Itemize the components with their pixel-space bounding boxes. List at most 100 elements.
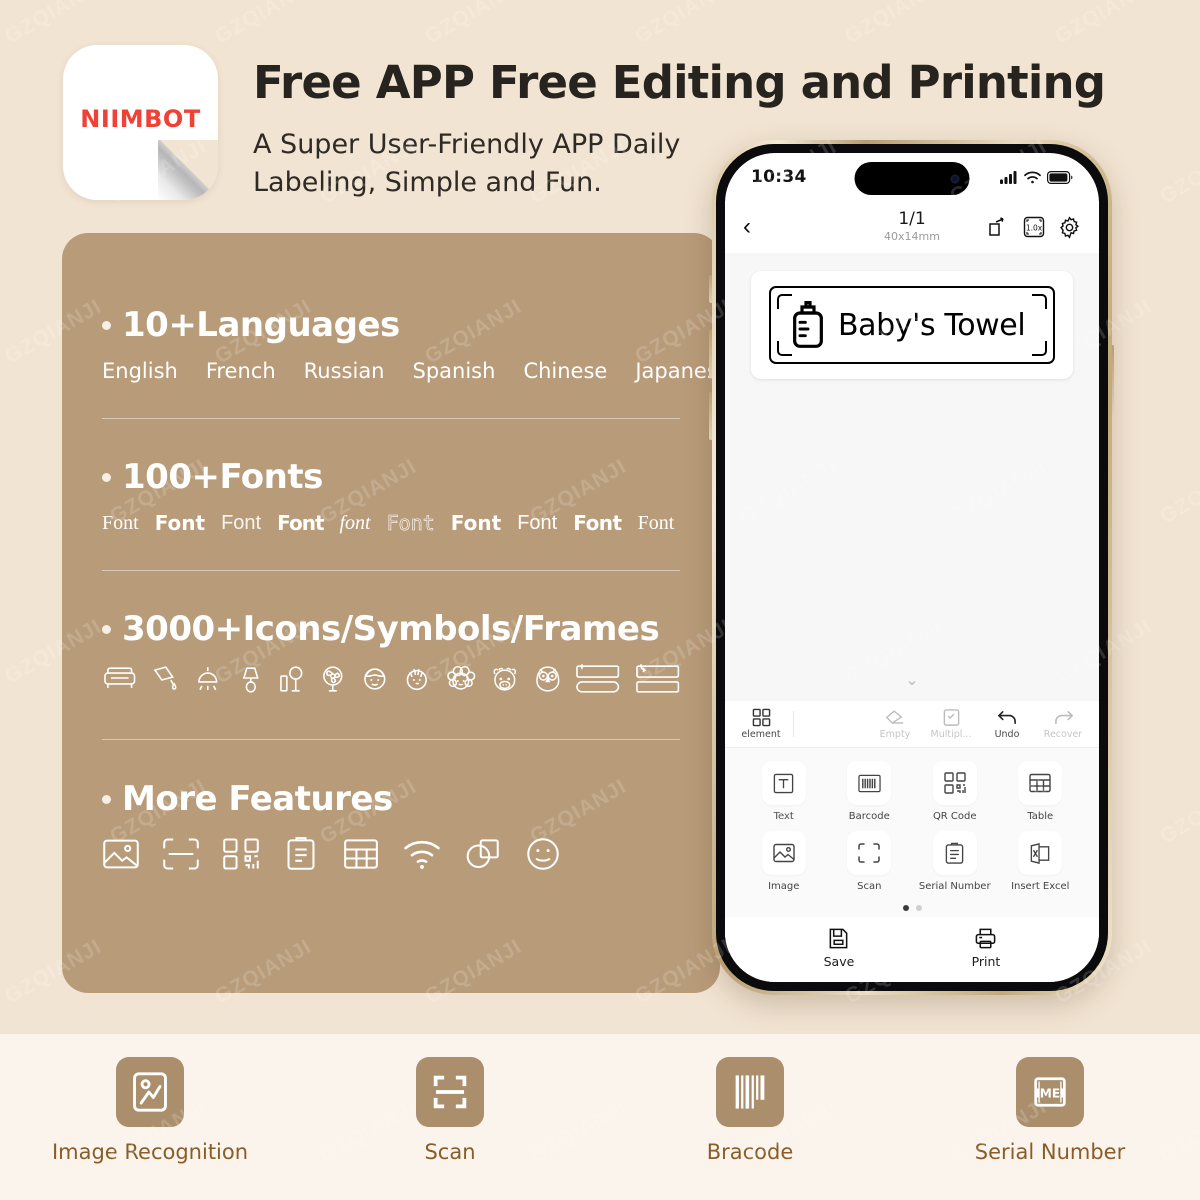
cow-face-icon [493,667,517,691]
image-icon [103,839,139,869]
bullet-icon [102,320,111,330]
font-sample: Font [221,512,262,534]
feature-heading: 10+Languages [122,305,400,345]
save-button[interactable]: Save [823,927,855,969]
language-item: Spanish [412,359,496,383]
phone-screen: 10:34 ‹ 1/1 40x14mm 1.0x Baby's Towel ⌄ … [725,153,1099,982]
sofa-icon [104,667,136,688]
bullet-icon [102,624,111,634]
svg-text:IMEI: IMEI [1035,1087,1064,1101]
tool-qr-code[interactable]: QR Code [912,761,998,822]
tool-grid: Text Barcode QR Code Table Image Scan Se… [725,748,1099,898]
share-icon[interactable] [987,216,1010,238]
qr-code-icon [944,772,966,794]
bottom-feature-serial-number[interactable]: IMEI Serial Number [925,1057,1175,1164]
print-button[interactable]: Print [971,927,1001,969]
label-text: Baby's Towel [838,307,1026,343]
feature-heading: More Features [122,779,393,819]
empty-button[interactable]: Empty [869,708,921,740]
paint-roller-icon [154,666,177,690]
child-face-icon [406,668,427,691]
pager-dot[interactable] [915,905,922,911]
language-item: English [102,359,178,383]
promo-page: NIIMBOT Free APP Free Editing and Printi… [0,0,1200,1200]
tool-table[interactable]: Table [998,761,1084,822]
back-chevron-icon[interactable]: ‹ [743,215,751,239]
tool-pager[interactable] [725,898,1099,917]
bottom-feature-image-recognition[interactable]: Image Recognition [25,1057,275,1164]
divider [102,418,680,419]
tool-icon-box [932,761,977,805]
feature-heading-row: 10+Languages [102,305,680,345]
divider [102,570,680,571]
multiply-icon [943,709,959,726]
bottom-feature-tile [416,1057,484,1127]
editor-toolbar: element Empty Multipl... Undo Recover [725,701,1099,748]
frame-arrow-icon [635,664,679,693]
font-sample: Font [517,512,558,534]
insert-excel-icon [1030,842,1050,864]
svg-text:1.0x: 1.0x [1026,224,1043,233]
bottom-feature-scan[interactable]: Scan [325,1057,575,1164]
image-icon [773,843,795,863]
tool-insert-excel[interactable]: Insert Excel [998,831,1084,892]
settings-gear-icon[interactable] [1058,215,1081,239]
logo-text: NIIMBOT [80,105,201,133]
font-sample: Font [386,511,435,535]
zoom-1-0x-icon[interactable]: 1.0x [1023,216,1045,238]
multiply-button[interactable]: Multipl... [925,708,977,740]
watermark-text: GZQIANJI [0,455,1,529]
recover-button[interactable]: Recover [1037,708,1089,740]
tool-scan[interactable]: Scan [827,831,913,892]
feature-icons: 3000+Icons/Symbols/Frames [102,609,680,695]
table-lamp-icon [242,667,259,693]
bottom-feature-tile: IMEI [1016,1057,1084,1127]
bottom-feature-strip: Image Recognition Scan Bracode IMEI Seri… [0,1034,1200,1200]
pager-dot-active[interactable] [902,905,909,911]
undo-button[interactable]: Undo [981,708,1033,740]
font-sample-list: Font Font Font Font font Font Font Font … [102,511,680,535]
qr-code-icon [223,838,259,870]
scan-icon [163,838,199,870]
bottom-feature-tile [116,1057,184,1127]
tool-serial-number[interactable]: Serial Number [912,831,998,892]
label-canvas[interactable]: Baby's Towel ⌄ [725,253,1099,701]
tool-label: Text [773,811,794,822]
tool-image[interactable]: Image [741,831,827,892]
corner-bracket-icon [1032,294,1047,309]
sticker-curl-decoration [158,140,218,200]
bottom-feature-barcode[interactable]: Bracode [625,1057,875,1164]
print-label: Print [971,954,1001,969]
header: NIIMBOT Free APP Free Editing and Printi… [0,0,1106,225]
status-time: 10:34 [751,167,807,187]
grid-icon [752,708,770,727]
tool-icon-box [932,831,977,875]
imei-icon: IMEI [1034,1077,1066,1107]
tool-text[interactable]: Text [741,761,827,822]
divider [102,739,680,740]
feature-languages: 10+Languages English French Russian Span… [102,305,720,383]
print-icon [976,928,996,949]
watermark-text: GZQIANJI [1051,0,1156,49]
empty-label: Empty [879,729,911,740]
tool-barcode[interactable]: Barcode [827,761,913,822]
status-bar: 10:34 [725,153,1099,201]
language-item: French [205,359,276,383]
label-frame: Baby's Towel [769,286,1055,364]
watermark-text: GZQIANJI [1156,454,1200,529]
table-icon [344,839,378,869]
language-item: Japanese [635,359,720,383]
wifi-icon [1024,171,1041,183]
element-button[interactable]: element [735,708,787,740]
action-bar: Save Print [725,917,1099,975]
bullet-icon [102,472,111,482]
label-preview[interactable]: Baby's Towel [751,271,1073,379]
chevron-double-down-icon[interactable]: ⌄ [725,673,1099,689]
bottom-feature-label: Bracode [706,1140,794,1164]
bottom-feature-tile [716,1057,784,1127]
font-sample: Font [637,512,675,534]
tool-label: Table [1027,811,1054,822]
tool-icon-box [847,761,892,805]
recover-label: Recover [1043,729,1083,740]
save-label: Save [823,954,855,969]
